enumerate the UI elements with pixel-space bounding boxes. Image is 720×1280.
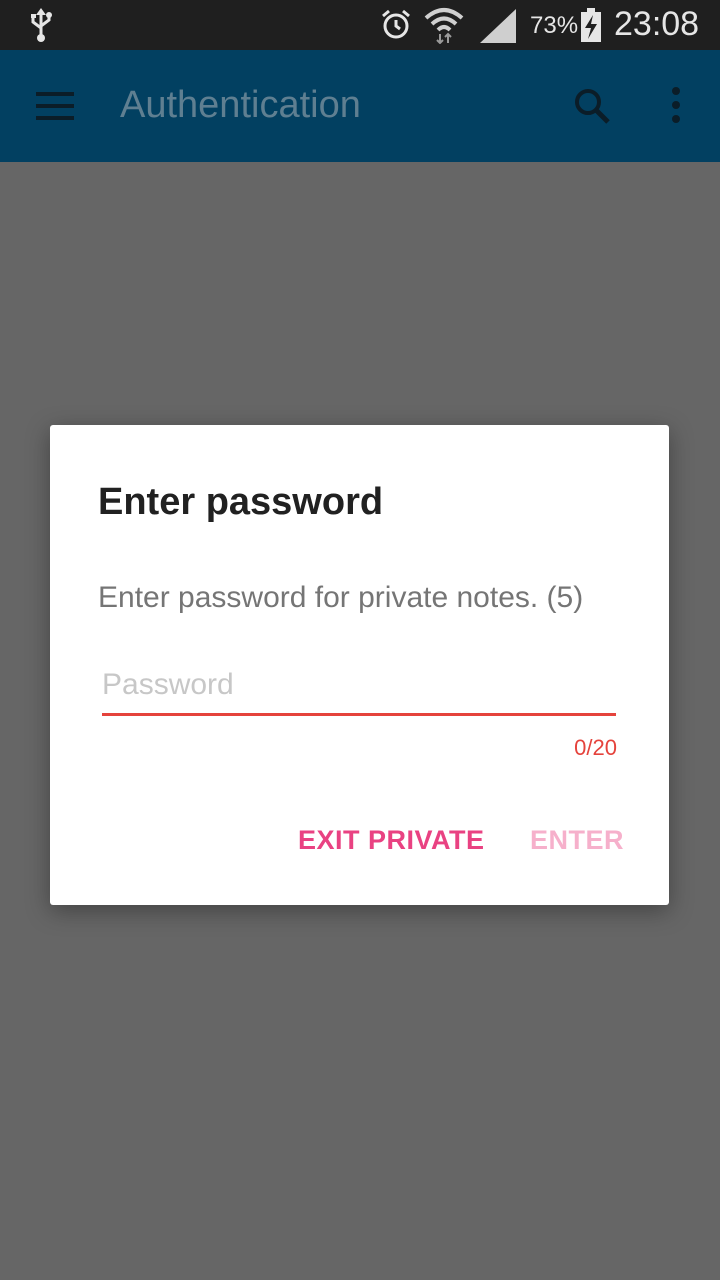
usb-icon <box>28 8 54 47</box>
app-bar: Authentication <box>0 50 720 162</box>
app-title: Authentication <box>120 84 361 126</box>
character-counter: 0/20 <box>574 735 617 760</box>
status-clock: 23:08 <box>614 5 700 43</box>
battery-percent: 73% <box>530 12 579 39</box>
dialog-title: Enter password <box>98 481 384 523</box>
dialog-message: Enter password for private notes. (5) <box>98 581 584 614</box>
enter-button[interactable]: ENTER <box>530 825 624 856</box>
password-input[interactable] <box>102 661 616 716</box>
more-vert-icon[interactable] <box>668 86 684 131</box>
signal-icon <box>480 9 516 48</box>
search-icon[interactable] <box>572 86 612 131</box>
status-bar: 73% 23:08 <box>0 0 720 50</box>
menu-icon[interactable] <box>36 90 76 127</box>
password-dialog: Enter password Enter password for privat… <box>50 425 669 905</box>
exit-private-button[interactable]: EXIT PRIVATE <box>298 825 485 856</box>
wifi-icon <box>424 6 464 49</box>
battery-charging-icon <box>580 8 602 47</box>
alarm-icon <box>380 8 412 45</box>
